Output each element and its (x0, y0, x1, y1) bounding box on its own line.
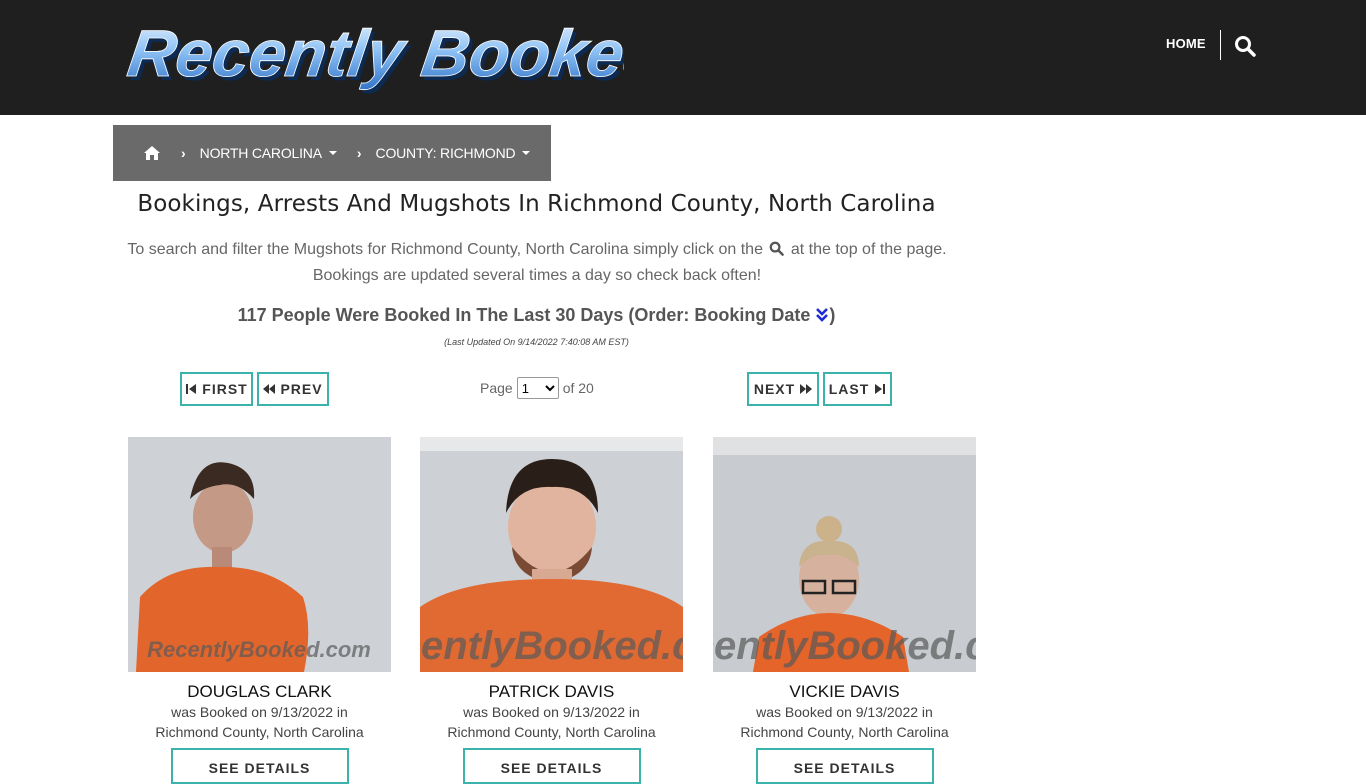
intro-text-before: To search and filter the Mugshots for Ri… (127, 241, 763, 258)
next-page-button[interactable]: NEXT (747, 372, 819, 406)
breadcrumb: › NORTH CAROLINA › COUNTY: RICHMOND (113, 125, 551, 181)
search-icon[interactable] (1234, 35, 1256, 57)
booking-location: Richmond County, North Carolina (447, 724, 656, 740)
nav-divider (1220, 30, 1221, 60)
booking-card: RecentlyBooked.com PATRICK DAVIS was Boo… (420, 437, 683, 784)
mugshot-photo[interactable]: RecentlyBooked.com (713, 437, 976, 672)
see-details-button[interactable]: SEE DETAILS (170, 748, 349, 784)
chevron-right-icon: › (181, 145, 186, 161)
svg-text:RecentlyBooked.com: RecentlyBooked.com (420, 624, 683, 668)
site-logo[interactable]: Recently Booked Recently Booked (124, 16, 624, 96)
logo-graphic: Recently Booked Recently Booked (124, 17, 624, 95)
booking-date-text: was Booked on 9/13/2022 in (171, 704, 348, 720)
prev-page-label: PREV (280, 381, 323, 397)
booking-name[interactable]: PATRICK DAVIS (420, 682, 683, 702)
svg-text:Recently Booked: Recently Booked (124, 17, 624, 91)
booking-location: Richmond County, North Carolina (740, 724, 949, 740)
first-page-label: FIRST (202, 381, 248, 397)
booking-date-text: was Booked on 9/13/2022 in (463, 704, 640, 720)
prev-page-button[interactable]: PREV (257, 372, 329, 406)
home-icon[interactable] (143, 145, 161, 161)
booking-card: RecentlyBooked.com DOUGLAS CLARK was Boo… (128, 437, 391, 784)
booking-name[interactable]: VICKIE DAVIS (713, 682, 976, 702)
search-icon (769, 239, 785, 256)
breadcrumb-county-label: COUNTY: RICHMOND (375, 145, 516, 161)
booking-count-text: 117 People Were Booked In The Last 30 Da… (237, 305, 811, 325)
page-title: Bookings, Arrests And Mugshots In Richmo… (137, 191, 936, 217)
breadcrumb-county-dropdown[interactable]: COUNTY: RICHMOND (376, 145, 531, 161)
booking-count-close: ) (829, 305, 836, 325)
caret-down-icon (522, 151, 531, 155)
backward-icon (263, 384, 276, 394)
page-select[interactable]: 1 (516, 377, 559, 399)
forward-icon (800, 384, 813, 394)
step-backward-icon (186, 384, 197, 394)
booking-location: Richmond County, North Carolina (155, 724, 364, 740)
last-page-label: LAST (828, 381, 870, 397)
booking-name[interactable]: DOUGLAS CLARK (128, 682, 391, 702)
page-count-label: of 20 (562, 380, 594, 396)
svg-text:RecentlyBooked.com: RecentlyBooked.com (147, 637, 371, 662)
mugshot-photo[interactable]: RecentlyBooked.com (420, 437, 683, 672)
booking-card: RecentlyBooked.com VICKIE DAVIS was Book… (713, 437, 976, 784)
double-chevron-down-icon[interactable] (815, 307, 829, 323)
nav-home-link[interactable]: HOME (1166, 36, 1206, 51)
breadcrumb-state-label: NORTH CAROLINA (199, 145, 322, 161)
step-forward-icon (875, 384, 886, 394)
first-page-button[interactable]: FIRST (180, 372, 253, 406)
svg-text:RecentlyBooked.com: RecentlyBooked.com (713, 624, 976, 668)
next-page-label: NEXT (753, 381, 796, 397)
last-page-button[interactable]: LAST (823, 372, 892, 406)
see-details-button[interactable]: SEE DETAILS (462, 748, 641, 784)
booking-date-text: was Booked on 9/13/2022 in (756, 704, 933, 720)
booking-count-heading: 117 People Were Booked In The Last 30 Da… (0, 305, 1073, 326)
site-header: Recently Booked Recently Booked HOME (0, 0, 1366, 115)
caret-down-icon (328, 151, 337, 155)
last-updated-text: (Last Updated On 9/14/2022 7:40:08 AM ES… (444, 337, 629, 347)
mugshot-photo[interactable]: RecentlyBooked.com (128, 437, 391, 672)
page-selector: Page 1 of 20 (480, 377, 594, 399)
chevron-right-icon: › (356, 145, 362, 161)
page-label: Page (480, 380, 513, 396)
breadcrumb-state-dropdown[interactable]: NORTH CAROLINA (200, 145, 337, 161)
see-details-button[interactable]: SEE DETAILS (755, 748, 934, 784)
intro-text: To search and filter the Mugshots for Ri… (124, 237, 950, 289)
